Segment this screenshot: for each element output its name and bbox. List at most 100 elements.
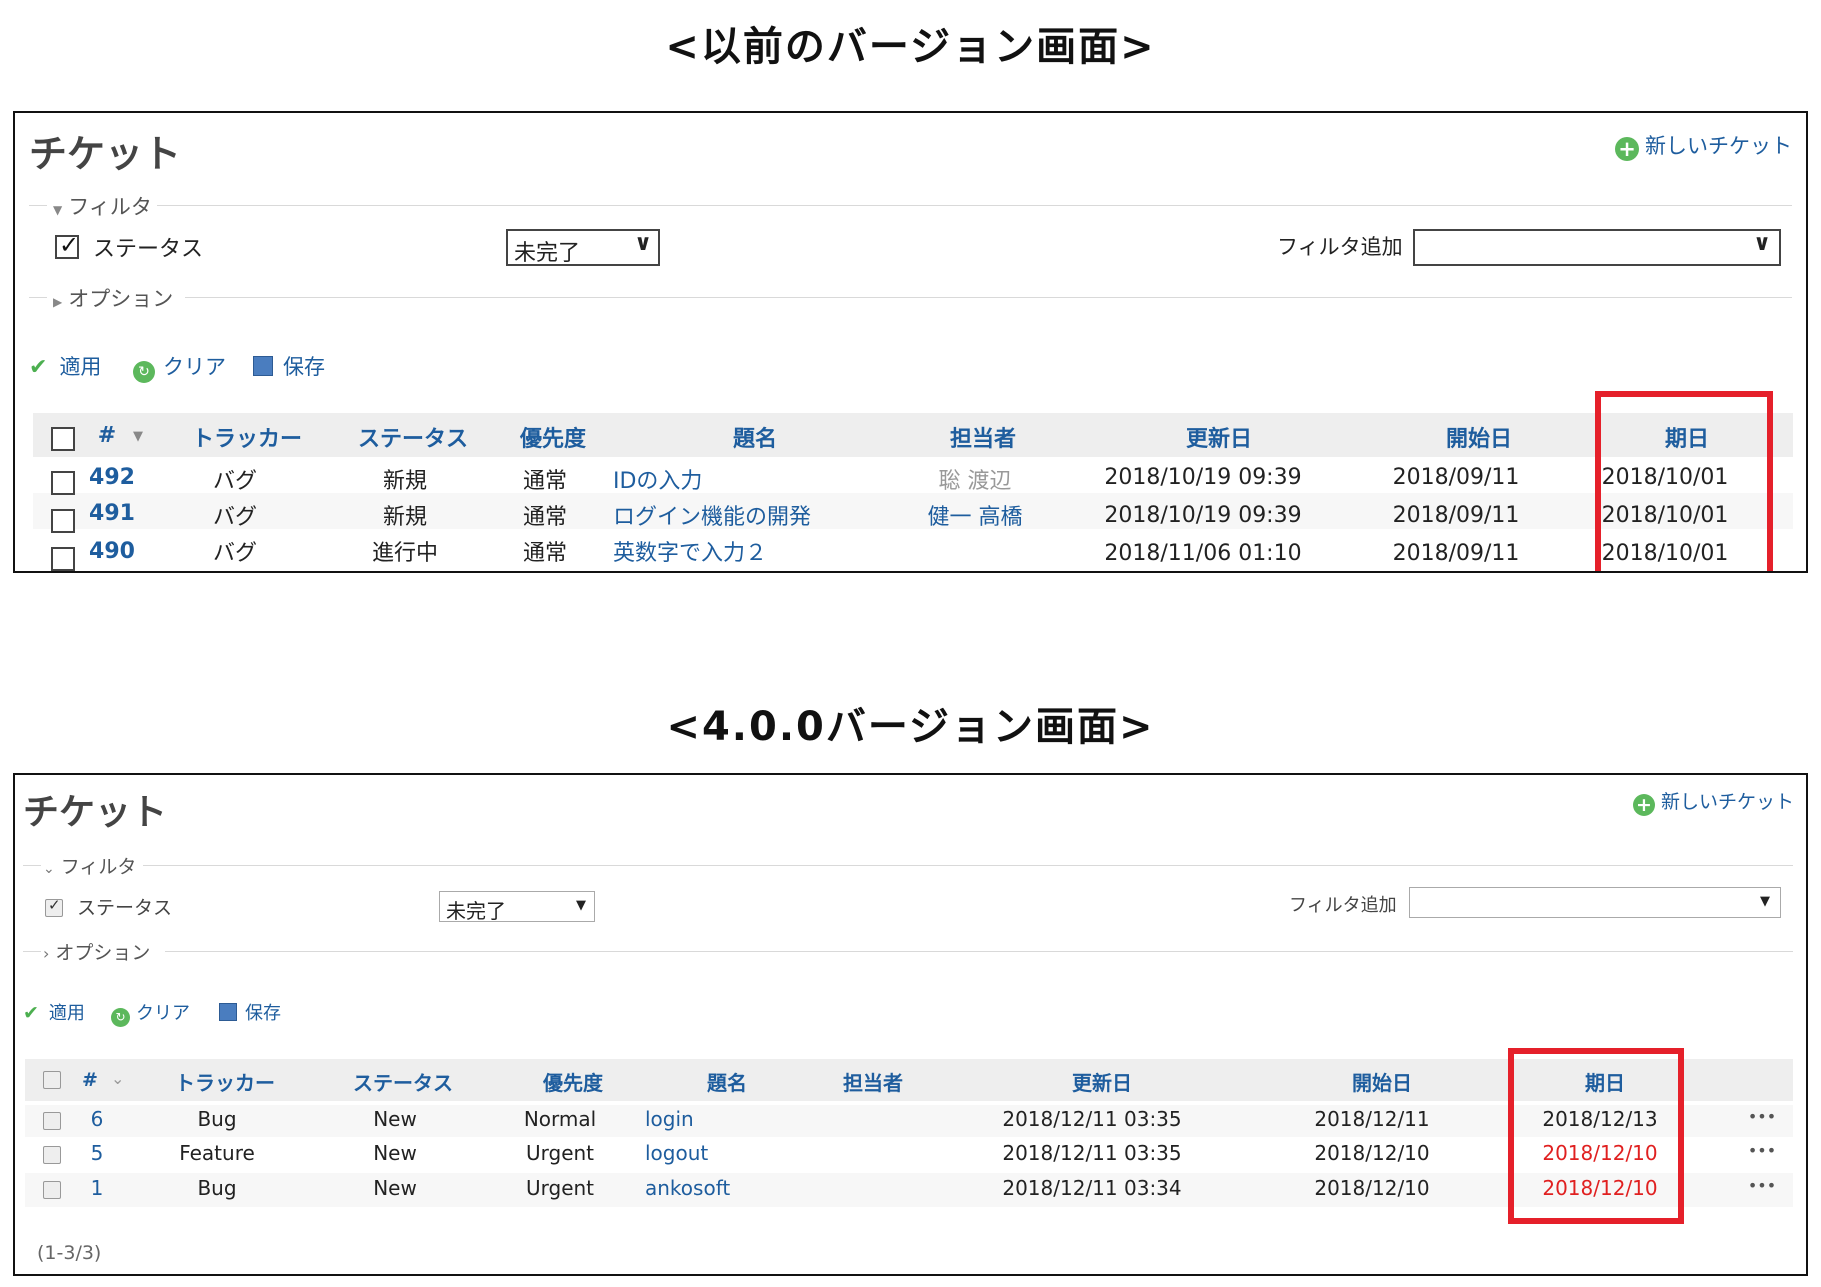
status-filter-select[interactable]: 未完了 ∨ <box>506 229 660 266</box>
row-checkbox[interactable] <box>43 1181 61 1199</box>
table-row <box>33 493 1793 529</box>
row-checkbox[interactable] <box>43 1112 61 1130</box>
save-button[interactable]: 保存 <box>219 999 281 1025</box>
old-version-panel: チケット + 新しいチケット ▼ フィルタ ✓ ステータス 未完了 ∨ フィルタ追加… <box>13 111 1808 573</box>
sort-chevron-icon[interactable]: ⌄ <box>111 1069 124 1088</box>
check-icon: ✔ <box>23 1002 39 1024</box>
assignee-cell: 聡 渡辺 <box>938 469 1012 494</box>
clear-label: クリア <box>136 1003 190 1024</box>
column-header-priority[interactable]: 優先度 <box>520 421 586 453</box>
row-actions-icon[interactable]: ••• <box>1748 1107 1776 1126</box>
subject-link[interactable]: ankosoft <box>645 1176 730 1200</box>
row-checkbox[interactable] <box>51 547 75 571</box>
options-legend[interactable]: ▶ オプション <box>53 283 173 313</box>
new-ticket-link[interactable]: + 新しいチケット <box>1615 130 1792 161</box>
updated-cell: 2018/10/19 09:39 <box>1104 465 1302 490</box>
priority-cell: 通常 <box>522 469 568 494</box>
subject-link[interactable]: login <box>645 1107 694 1131</box>
start-date-cell: 2018/09/11 <box>1392 503 1520 528</box>
start-date-cell: 2018/09/11 <box>1392 541 1520 566</box>
updated-cell: 2018/12/11 03:35 <box>1002 1141 1182 1165</box>
old-version-caption: <以前のバージョン画面> <box>665 24 1156 70</box>
due-date-highlight-box <box>1595 391 1773 571</box>
select-all-checkbox[interactable] <box>51 427 75 451</box>
new-version-panel: チケット + 新しいチケット ⌄ フィルタ ✓ ステータス 未完了 ▼ フィルタ追加… <box>13 773 1808 1276</box>
reload-icon: ↻ <box>111 1008 130 1027</box>
ticket-id-link[interactable]: 491 <box>89 501 135 526</box>
select-all-checkbox[interactable] <box>43 1071 61 1089</box>
column-header-subject[interactable]: 題名 <box>733 421 777 453</box>
status-cell: 進行中 <box>371 541 439 566</box>
ticket-id-link[interactable]: 1 <box>91 1176 104 1200</box>
save-label: 保存 <box>283 355 325 379</box>
row-checkbox[interactable] <box>43 1146 61 1164</box>
options-legend[interactable]: › オプション <box>43 938 150 965</box>
column-header-status[interactable]: ステータス <box>358 421 468 453</box>
page-title: チケット <box>29 132 182 176</box>
clear-button[interactable]: ↻ クリア <box>133 351 226 383</box>
ticket-id-link[interactable]: 490 <box>89 539 135 564</box>
new-ticket-link[interactable]: + 新しいチケット <box>1632 787 1794 816</box>
tracker-cell: Feature <box>179 1141 255 1165</box>
priority-cell: Urgent <box>525 1176 595 1200</box>
subject-link[interactable]: 英数字で入力２ <box>613 535 767 567</box>
column-header-start-date[interactable]: 開始日 <box>1352 1067 1412 1096</box>
subject-link[interactable]: ログイン機能の開発 <box>613 499 811 531</box>
status-cell: New <box>373 1141 417 1165</box>
assignee-link[interactable]: 健一 高橋 <box>928 499 1023 531</box>
apply-button[interactable]: ✔ 適用 <box>29 351 101 381</box>
column-header-tracker[interactable]: トラッカー <box>175 1067 275 1096</box>
row-checkbox[interactable] <box>51 471 75 495</box>
column-header-priority[interactable]: 優先度 <box>543 1067 603 1096</box>
status-filter-select[interactable]: 未完了 ▼ <box>439 891 595 923</box>
add-filter-select[interactable]: ∨ <box>1413 229 1781 266</box>
filter-legend[interactable]: ▼ フィルタ <box>53 191 152 221</box>
row-actions-icon[interactable]: ••• <box>1748 1141 1776 1160</box>
subject-link[interactable]: logout <box>645 1141 708 1165</box>
apply-label: 適用 <box>48 1003 85 1024</box>
start-date-cell: 2018/12/11 <box>1314 1107 1430 1131</box>
new-ticket-label: 新しいチケット <box>1660 791 1794 813</box>
status-filter-label: ステータス <box>93 237 204 262</box>
save-label: 保存 <box>245 1003 281 1024</box>
expand-triangle-icon: ▶ <box>53 295 63 309</box>
column-header-updated[interactable]: 更新日 <box>1072 1067 1132 1096</box>
updated-cell: 2018/10/19 09:39 <box>1104 503 1302 528</box>
save-button[interactable]: 保存 <box>253 351 325 381</box>
column-header-subject[interactable]: 題名 <box>707 1067 747 1096</box>
status-filter-checkbox[interactable]: ✓ <box>45 896 63 917</box>
column-header-assignee[interactable]: 担当者 <box>950 421 1016 453</box>
updated-cell: 2018/12/11 03:34 <box>1002 1176 1182 1200</box>
collapse-triangle-icon: ▼ <box>53 203 63 217</box>
sort-arrow-icon[interactable]: ▼ <box>133 429 143 444</box>
apply-button[interactable]: ✔ 適用 <box>23 999 85 1025</box>
column-header-updated[interactable]: 更新日 <box>1186 421 1252 453</box>
status-cell: New <box>373 1107 417 1131</box>
subject-link[interactable]: IDの入力 <box>613 463 702 495</box>
floppy-disk-icon <box>219 1003 237 1021</box>
column-header-start-date[interactable]: 開始日 <box>1446 421 1512 453</box>
clear-button[interactable]: ↻ クリア <box>111 999 190 1027</box>
ticket-id-link[interactable]: 492 <box>89 465 135 490</box>
ticket-id-link[interactable]: 6 <box>91 1107 104 1131</box>
row-checkbox[interactable] <box>51 509 75 533</box>
filter-legend[interactable]: ⌄ フィルタ <box>43 852 136 879</box>
dropdown-arrow-icon: ▼ <box>1760 894 1770 909</box>
add-icon: + <box>1615 137 1639 161</box>
column-header-id[interactable]: # <box>82 1069 98 1091</box>
column-header-id[interactable]: # <box>98 423 116 448</box>
add-filter-select[interactable]: ▼ <box>1409 887 1781 918</box>
column-header-tracker[interactable]: トラッカー <box>192 421 302 453</box>
filter-legend-label: フィルタ <box>60 856 137 878</box>
column-header-status[interactable]: ステータス <box>353 1067 453 1096</box>
status-cell: New <box>373 1176 417 1200</box>
ticket-id-link[interactable]: 5 <box>91 1141 104 1165</box>
row-actions-icon[interactable]: ••• <box>1748 1176 1776 1195</box>
options-legend-label: オプション <box>68 287 174 311</box>
status-filter-checkbox[interactable]: ✓ <box>55 231 79 259</box>
clear-label: クリア <box>163 355 226 379</box>
column-header-assignee[interactable]: 担当者 <box>843 1067 903 1096</box>
tracker-cell: Bug <box>197 1107 237 1131</box>
add-filter-label: フィルタ追加 <box>1289 895 1397 916</box>
due-date-highlight-box <box>1508 1048 1684 1224</box>
